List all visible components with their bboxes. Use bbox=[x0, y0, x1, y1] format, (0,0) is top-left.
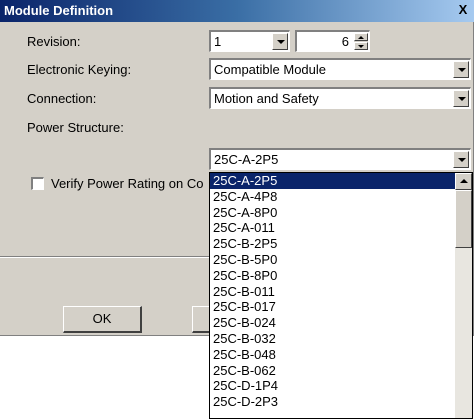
dropdown-scrollbar[interactable] bbox=[455, 173, 472, 418]
revision-major-select[interactable]: 1 bbox=[209, 30, 290, 52]
dropdown-option[interactable]: 25C-B-5P0 bbox=[210, 252, 472, 268]
dropdown-option[interactable]: 25C-B-017 bbox=[210, 299, 472, 315]
dropdown-option[interactable]: 25C-A-2P5 bbox=[210, 173, 472, 189]
chevron-down-icon[interactable] bbox=[272, 33, 288, 50]
dropdown-option[interactable]: 25C-B-024 bbox=[210, 315, 472, 331]
dropdown-option[interactable]: 25C-B-011 bbox=[210, 284, 472, 300]
dropdown-option[interactable]: 25C-B-032 bbox=[210, 331, 472, 347]
dialog-titlebar: Module Definition X bbox=[0, 0, 474, 22]
dropdown-option[interactable]: 25C-A-011 bbox=[210, 220, 472, 236]
power-structure-label: Power Structure: bbox=[27, 120, 124, 135]
connection-value: Motion and Safety bbox=[214, 91, 319, 106]
revision-major-value: 1 bbox=[214, 34, 222, 49]
dropdown-option[interactable]: 25C-A-8P0 bbox=[210, 205, 472, 221]
dropdown-option[interactable]: 25C-B-048 bbox=[210, 347, 472, 363]
electronic-keying-label: Electronic Keying: bbox=[27, 62, 132, 77]
connection-label: Connection: bbox=[27, 91, 97, 106]
close-icon[interactable]: X bbox=[456, 3, 470, 17]
spin-down-icon[interactable] bbox=[354, 42, 368, 50]
power-structure-dropdown-list[interactable]: 25C-A-2P5 25C-A-4P8 25C-A-8P0 25C-A-011 25C-… bbox=[209, 172, 473, 419]
revision-minor-value: 6 bbox=[341, 34, 349, 49]
verify-power-checkbox[interactable] bbox=[31, 177, 44, 190]
dropdown-option[interactable]: 25C-B-062 bbox=[210, 363, 472, 379]
dropdown-items: 25C-A-2P5 25C-A-4P8 25C-A-8P0 25C-A-011 25C-… bbox=[210, 173, 472, 410]
dropdown-option[interactable]: 25C-B-2P5 bbox=[210, 236, 472, 252]
chevron-down-icon[interactable] bbox=[453, 151, 469, 168]
chevron-down-icon[interactable] bbox=[453, 61, 469, 78]
dropdown-option[interactable]: 25C-B-8P0 bbox=[210, 268, 472, 284]
ok-button[interactable]: OK bbox=[63, 306, 142, 333]
scroll-up-icon[interactable] bbox=[455, 173, 472, 190]
dropdown-option[interactable]: 25C-D-2P3 bbox=[210, 394, 472, 410]
spin-up-icon[interactable] bbox=[354, 33, 368, 41]
verify-power-label: Verify Power Rating on Co bbox=[51, 176, 204, 191]
revision-minor-spinner[interactable]: 6 bbox=[295, 30, 370, 52]
power-structure-select[interactable]: 25C-A-2P5 bbox=[209, 148, 471, 170]
dropdown-option[interactable]: 25C-A-4P8 bbox=[210, 189, 472, 205]
electronic-keying-value: Compatible Module bbox=[214, 62, 327, 77]
spinner-buttons[interactable] bbox=[354, 33, 368, 50]
power-structure-value: 25C-A-2P5 bbox=[214, 152, 279, 167]
dropdown-option[interactable]: 25C-D-1P4 bbox=[210, 378, 472, 394]
connection-select[interactable]: Motion and Safety bbox=[209, 87, 471, 109]
revision-label: Revision: bbox=[27, 34, 81, 49]
dialog-title: Module Definition bbox=[4, 3, 114, 18]
separator bbox=[0, 256, 210, 258]
scroll-thumb[interactable] bbox=[455, 190, 472, 248]
electronic-keying-select[interactable]: Compatible Module bbox=[209, 58, 471, 80]
chevron-down-icon[interactable] bbox=[453, 90, 469, 107]
